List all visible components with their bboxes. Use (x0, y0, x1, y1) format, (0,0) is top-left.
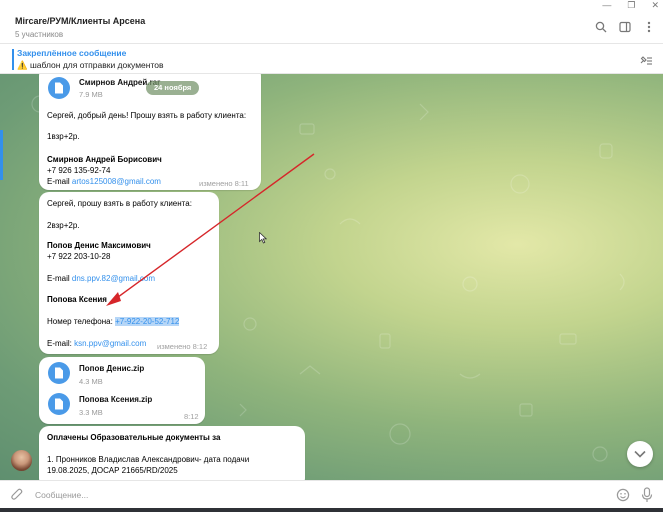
microphone-icon[interactable] (641, 487, 653, 505)
email-link[interactable]: dns.ppv.82@gmail.com (72, 274, 155, 283)
restore-button[interactable]: ❐ (627, 0, 635, 10)
taskbar-edge (0, 508, 663, 512)
chat-header[interactable]: Mircare/РУМ/Клиенты Арсена 5 участников (0, 10, 663, 44)
client-email-line: E-mail: ksn.ppv@gmail.com (47, 339, 146, 348)
message-meta: изменено 8:12 (157, 342, 208, 351)
message-text: Сергей, прошу взять в работу клиента: (47, 199, 192, 208)
chat-member-count: 5 участников (15, 30, 64, 39)
client-name: Попова Ксения (47, 295, 107, 304)
selection-accent (0, 130, 3, 180)
chat-messages-area[interactable]: Смирнов Андрей.rar 7.9 MB Сергей, добрый… (0, 74, 663, 480)
search-icon[interactable] (595, 21, 607, 33)
client-phone: +7 922 203-10-28 (47, 252, 111, 261)
pin-list-icon[interactable] (639, 54, 652, 66)
file-name[interactable]: Попов Денис.zip (79, 364, 144, 373)
more-icon[interactable] (643, 21, 655, 33)
client-email-line: E-mail artos125008@gmail.com (47, 177, 161, 186)
message-text: 2взр+2р. (47, 221, 80, 230)
warning-icon: ⚠️ (17, 60, 28, 70)
message-text: 1. Пронников Владислав Александрович- да… (47, 455, 250, 464)
chat-title[interactable]: Mircare/РУМ/Клиенты Арсена (15, 16, 145, 26)
client-phone-line: Номер телефона: +7-922-20-52-712 (47, 317, 180, 326)
phone-label: Номер телефона: (47, 317, 116, 326)
message-bubble[interactable]: Оплачены Образовательные документы за 1.… (39, 426, 305, 480)
file-icon[interactable] (48, 393, 70, 415)
message-text: 1взр+2р. (47, 132, 80, 141)
sender-avatar[interactable] (11, 450, 32, 471)
pinned-message-bar[interactable]: Закреплённое сообщение ⚠️ шаблон для отп… (0, 45, 663, 74)
emoji-icon[interactable] (616, 488, 630, 504)
file-name[interactable]: Попова Ксения.zip (79, 395, 152, 404)
client-phone: +7 926 135-92-74 (47, 166, 111, 175)
header-actions (595, 21, 655, 33)
pinned-text: ⚠️ шаблон для отправки документов (17, 60, 164, 71)
client-name: Смирнов Андрей Борисович (47, 155, 162, 164)
pinned-message-text: шаблон для отправки документов (29, 60, 164, 70)
message-bubble[interactable]: Попов Денис.zip 4.3 MB Попова Ксения.zip… (39, 357, 205, 424)
mouse-cursor-icon (259, 232, 267, 244)
file-size: 4.3 MB (79, 377, 103, 386)
message-meta: изменено 8:11 (199, 179, 249, 188)
file-icon[interactable] (48, 77, 70, 99)
file-size: 7.9 MB (79, 90, 103, 99)
close-button[interactable]: ✕ (651, 0, 659, 10)
message-text: Сергей, добрый день! Прошу взять в работ… (47, 111, 247, 120)
window-titlebar: — ❐ ✕ (0, 0, 663, 10)
message-text: 19.08.2025, ДОСАР 21665/RD/2025 (47, 466, 178, 475)
pinned-label: Закреплённое сообщение (17, 48, 127, 58)
file-size: 3.3 MB (79, 408, 103, 417)
client-email-line: E-mail dns.ppv.82@gmail.com (47, 274, 155, 283)
attach-icon[interactable] (11, 488, 23, 504)
date-separator: 24 ноября (146, 81, 200, 95)
scroll-down-button[interactable] (627, 441, 653, 467)
message-meta: 8:12 (184, 412, 199, 421)
email-link[interactable]: artos125008@gmail.com (72, 177, 161, 186)
email-label: E-mail (47, 177, 72, 186)
sidebar-toggle-icon[interactable] (619, 21, 631, 33)
message-input[interactable] (35, 488, 595, 502)
email-label: E-mail: (47, 339, 75, 348)
phone-link-selected[interactable]: +7-922-20-52-712 (115, 317, 180, 326)
email-label: E-mail (47, 274, 72, 283)
minimize-button[interactable]: — (602, 0, 611, 10)
message-bubble[interactable]: Сергей, прошу взять в работу клиента: 2в… (39, 192, 219, 354)
email-link[interactable]: ksn.ppv@gmail.com (74, 339, 146, 348)
message-composer (0, 480, 663, 508)
message-title: Оплачены Образовательные документы за (47, 433, 221, 442)
client-name: Попов Денис Максимович (47, 241, 151, 250)
window-controls: — ❐ ✕ (602, 0, 659, 10)
chevron-down-icon (634, 450, 646, 458)
file-icon[interactable] (48, 362, 70, 384)
pinned-indicator (12, 49, 14, 70)
